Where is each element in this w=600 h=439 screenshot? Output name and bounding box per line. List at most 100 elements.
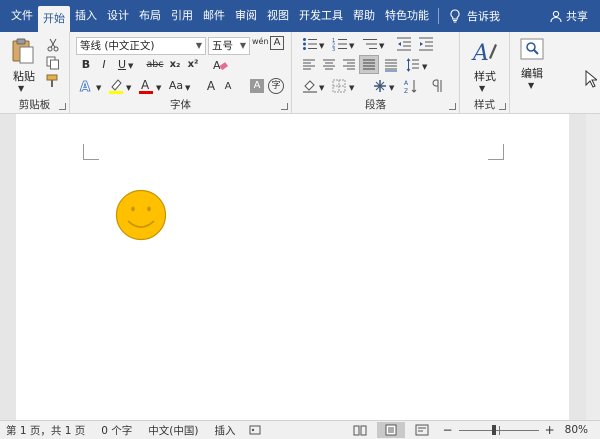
tab-file[interactable]: 文件 [6,4,38,28]
bullets-dropdown[interactable]: ▼ [319,39,324,53]
read-mode-icon[interactable] [353,424,367,436]
superscript-button[interactable]: x² [186,58,200,72]
tab-special-features[interactable]: 特色功能 [380,4,434,28]
chinese-layout-dropdown[interactable]: ▼ [389,81,394,95]
cut-icon[interactable] [46,38,60,52]
share-button[interactable]: 共享 [550,0,588,32]
highlight-dropdown[interactable]: ▼ [126,81,131,95]
character-border-button[interactable]: A [270,36,284,50]
tab-review[interactable]: 审阅 [230,4,262,28]
zoom-level[interactable]: 80% [565,424,588,436]
shading-icon[interactable] [302,78,318,94]
numbering-icon[interactable]: 123 [332,37,348,51]
bold-button[interactable]: B [80,58,92,72]
tab-help[interactable]: 帮助 [348,4,380,28]
editing-dropdown-arrow[interactable]: ▼ [528,79,534,93]
language-indicator[interactable]: 中文(中国) [148,423,198,438]
line-spacing-dropdown[interactable]: ▼ [422,60,427,74]
word-count[interactable]: 0 个字 [101,423,132,438]
tab-insert[interactable]: 插入 [70,4,102,28]
zoom-in-button[interactable]: + [545,423,555,437]
line-spacing-icon[interactable] [406,58,420,72]
align-right-icon[interactable] [342,58,356,72]
tell-me-box[interactable]: 告诉我 [449,8,500,24]
font-name-combo[interactable]: 等线 (中文正文) ▼ [76,37,206,55]
enclose-characters-button[interactable]: 字 [268,78,284,94]
insert-mode-indicator[interactable]: 插入 [214,423,235,438]
subscript-button[interactable]: x₂ [168,58,182,72]
multilevel-list-dropdown[interactable]: ▼ [379,39,384,53]
tab-mailings[interactable]: 邮件 [198,4,230,28]
increase-indent-icon[interactable] [418,37,434,51]
find-icon[interactable] [520,38,544,60]
tab-home[interactable]: 开始 [38,6,70,32]
chinese-layout-icon[interactable] [372,78,388,94]
underline-button[interactable]: U [116,58,128,72]
borders-icon[interactable] [332,79,346,93]
tab-references[interactable]: 引用 [166,4,198,28]
borders-dropdown[interactable]: ▼ [349,81,354,95]
web-layout-icon[interactable] [415,424,429,436]
zoom-slider-thumb[interactable] [491,425,496,435]
person-icon [550,10,562,22]
styles-icon[interactable]: A [471,38,499,66]
tab-design[interactable]: 设计 [102,4,134,28]
copy-icon[interactable] [46,56,60,70]
character-shading-button[interactable]: A [250,79,264,93]
bullets-icon[interactable] [302,37,318,51]
tab-developer[interactable]: 开发工具 [294,4,348,28]
ribbon: 粘贴 ▼ 剪贴板 等线 (中文正文) ▼ 五号 ▼ wén A B I U ▼ … [0,32,600,114]
show-marks-icon[interactable] [432,79,444,93]
tab-layout[interactable]: 布局 [134,4,166,28]
text-effects-dropdown[interactable]: ▼ [96,81,101,95]
page-count[interactable]: 第 1 页，共 1 页 [6,423,85,438]
grow-font-button[interactable]: A [204,79,218,93]
styles-dropdown-arrow[interactable]: ▼ [479,82,485,96]
format-painter-icon[interactable] [46,74,60,88]
change-case-dropdown[interactable]: ▼ [185,81,190,95]
print-layout-button[interactable] [376,422,405,438]
distributed-icon[interactable] [384,58,398,72]
shrink-font-button[interactable]: A [222,80,234,94]
clipboard-dialog-launcher[interactable] [59,103,66,110]
change-case-button[interactable]: Aa [168,79,184,93]
margin-marker-top-left [83,144,99,160]
font-size-combo[interactable]: 五号 ▼ [208,37,250,55]
sort-icon[interactable]: AZ [404,78,418,94]
vertical-scrollbar[interactable] [586,114,600,420]
tab-view[interactable]: 视图 [262,4,294,28]
shading-dropdown[interactable]: ▼ [319,81,324,95]
strikethrough-button[interactable]: abc [146,58,164,72]
text-effects-icon[interactable]: A [78,78,94,94]
zoom-out-button[interactable]: − [443,423,453,437]
font-group-label: 字体 [170,99,191,111]
status-bar: 第 1 页，共 1 页 0 个字 中文(中国) 插入 − + 80% [0,420,600,439]
highlight-icon[interactable] [108,77,124,95]
italic-button[interactable]: I [98,58,110,72]
underline-dropdown[interactable]: ▼ [128,59,133,73]
cursor-arrow-icon [585,70,597,88]
justify-button[interactable] [359,55,379,74]
svg-text:A: A [471,41,489,66]
document-page[interactable] [16,114,569,420]
align-left-icon[interactable] [302,58,316,72]
phonetic-guide-button[interactable]: wén [252,35,269,49]
paste-icon[interactable] [11,37,35,65]
share-label: 共享 [566,10,588,23]
clear-formatting-icon[interactable]: A [212,58,228,72]
align-center-icon[interactable] [322,58,336,72]
multilevel-list-icon[interactable] [362,37,378,51]
numbering-dropdown[interactable]: ▼ [349,39,354,53]
decrease-indent-icon[interactable] [396,37,412,51]
svg-text:A: A [213,59,221,72]
zoom-slider[interactable] [458,424,539,436]
styles-dialog-launcher[interactable] [499,103,506,110]
font-color-icon[interactable]: A [138,77,154,95]
font-dialog-launcher[interactable] [281,103,288,110]
smiley-face-shape[interactable] [115,189,167,241]
paste-dropdown-arrow[interactable]: ▼ [18,82,24,96]
paragraph-dialog-launcher[interactable] [449,103,456,110]
macro-recording-icon[interactable] [249,424,261,436]
tab-separator [438,8,439,24]
font-color-dropdown[interactable]: ▼ [156,81,161,95]
